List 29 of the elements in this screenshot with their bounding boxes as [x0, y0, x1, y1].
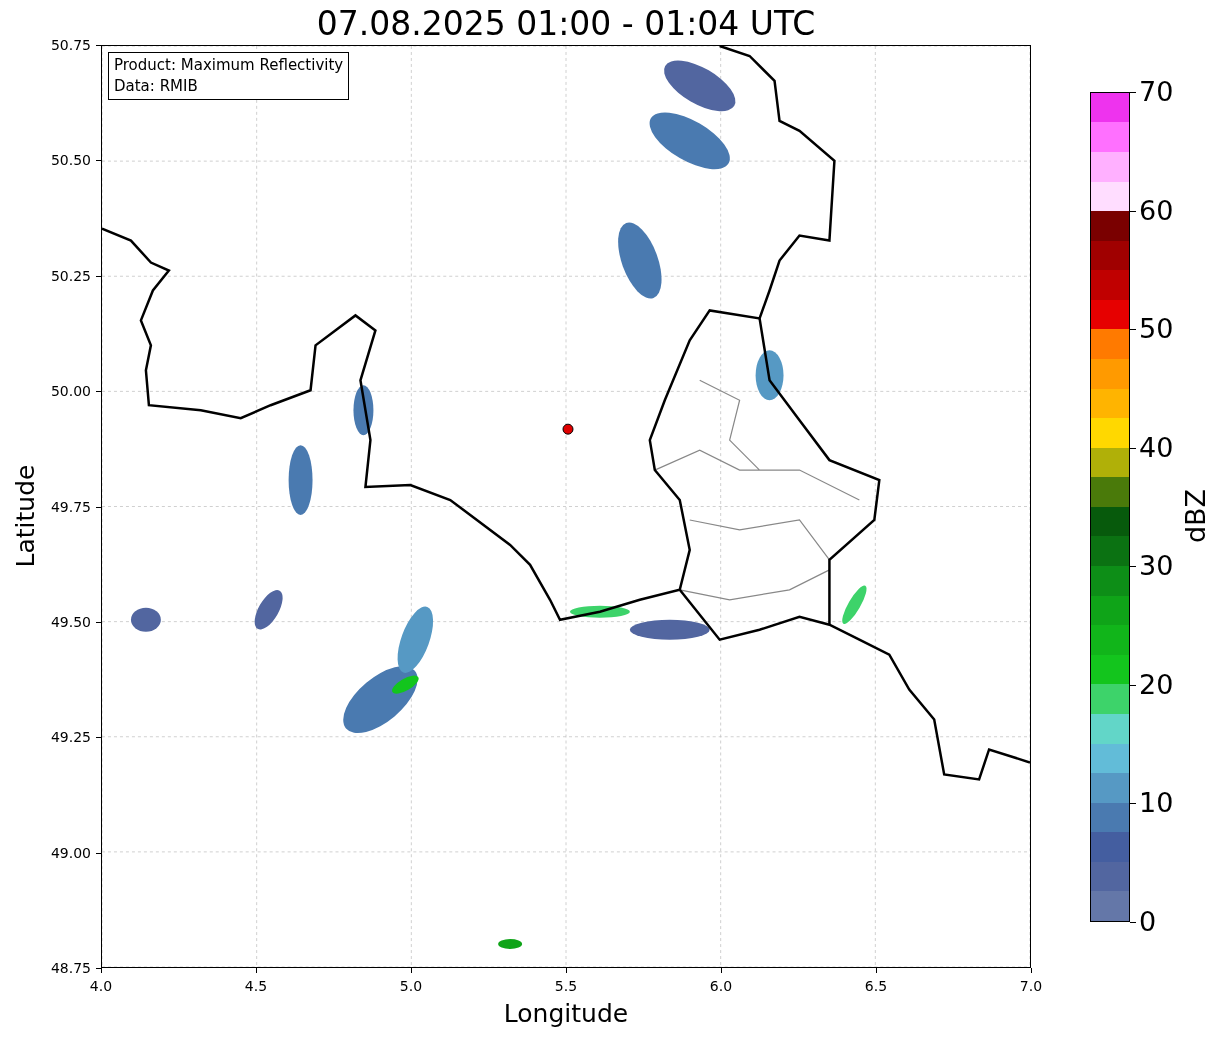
- y-tick-label: 50.75: [49, 37, 91, 53]
- y-tick-label: 49.50: [49, 613, 91, 630]
- y-tick-label: 49.00: [49, 844, 91, 861]
- y-tick-label: 50.00: [49, 383, 91, 400]
- y-tick-label: 49.25: [49, 729, 91, 746]
- colorbar-tick-label: 70: [1139, 77, 1174, 107]
- chart-title: 07.08.2025 01:00 - 01:04 UTC: [315, 4, 817, 44]
- x-tick-label: 4.5: [244, 978, 268, 994]
- colorbar-tick-label: 30: [1139, 551, 1174, 582]
- x-axis-label: Longitude: [502, 998, 630, 1030]
- colorbar-tick-label: 10: [1139, 788, 1174, 819]
- y-tick-label: 50.25: [49, 267, 91, 284]
- colorbar-tick-label: 50: [1139, 314, 1174, 345]
- x-tick-label: 6.0: [709, 978, 733, 994]
- colorbar-tick-label: 20: [1139, 669, 1174, 700]
- y-tick-label: 50.50: [49, 152, 91, 169]
- x-tick-label: 7.0: [1019, 978, 1043, 994]
- legend-text: Data: RMIB: [114, 76, 199, 97]
- legend-text: Product: Maximum Reflectivity: [114, 55, 344, 76]
- colorbar-tick-label: 0: [1139, 907, 1157, 937]
- colorbar-tick-label: 60: [1139, 195, 1174, 226]
- y-tick-label: 48.75: [49, 960, 91, 976]
- x-tick-label: 5.0: [399, 978, 423, 994]
- colorbar-label: dBZ: [1181, 488, 1211, 544]
- x-tick-label: 4.0: [89, 978, 113, 994]
- colorbar-tick-label: 40: [1139, 432, 1174, 463]
- y-axis-label: Latitude: [10, 464, 41, 568]
- x-tick-label: 6.5: [864, 978, 888, 994]
- x-tick-label: 5.5: [554, 978, 578, 994]
